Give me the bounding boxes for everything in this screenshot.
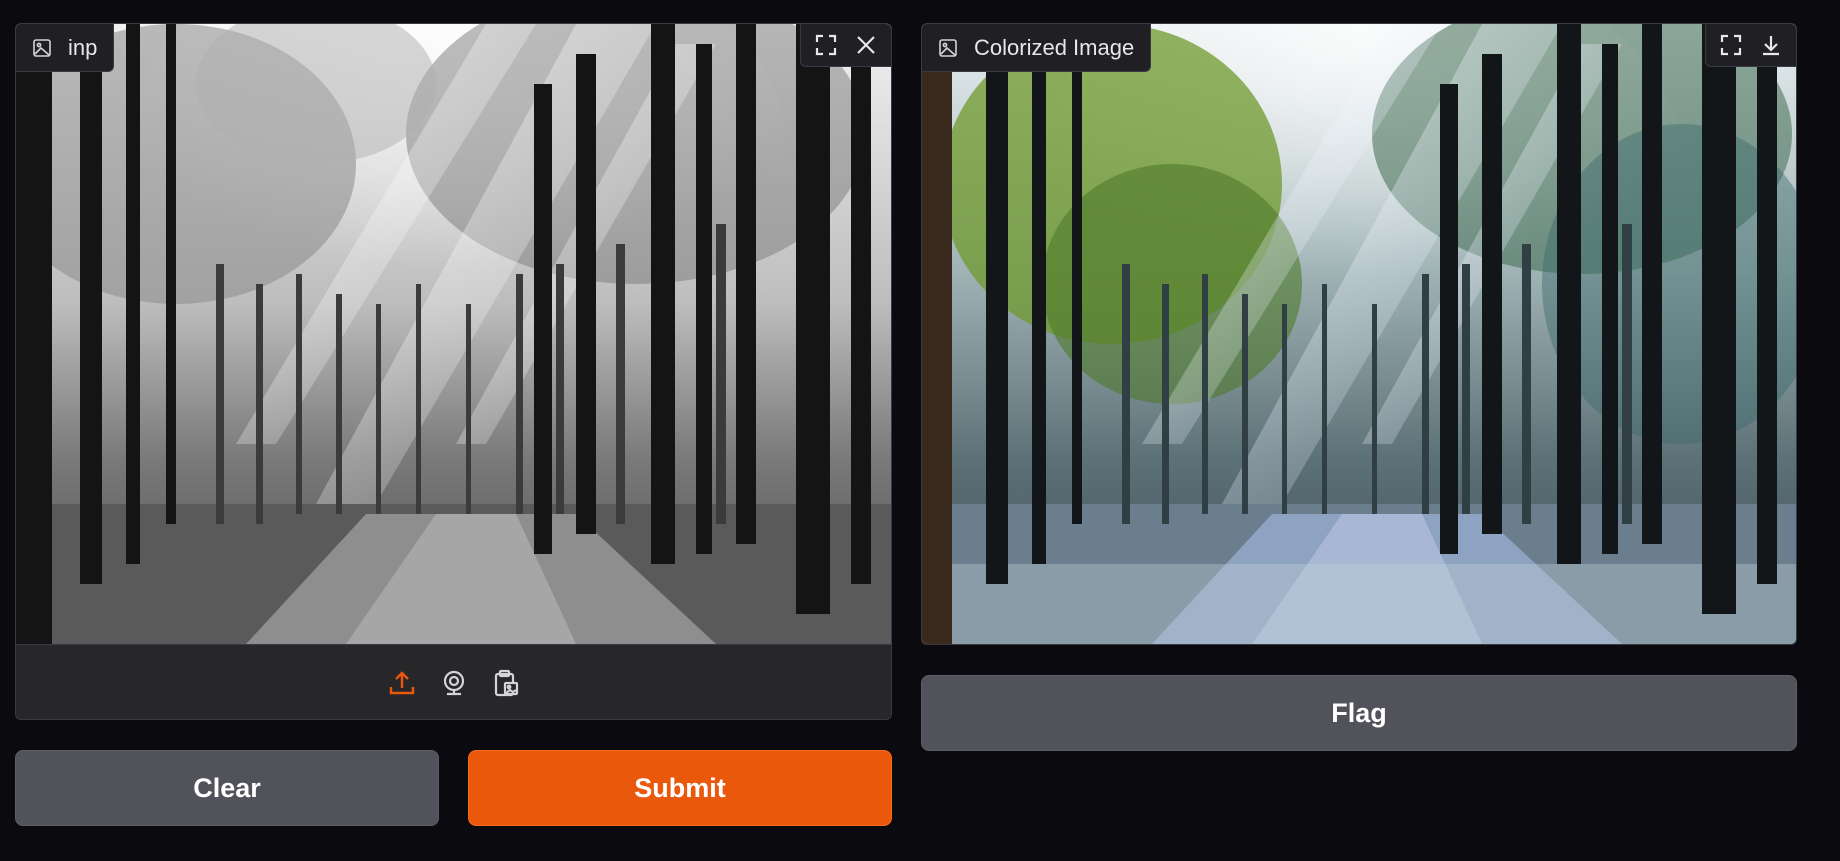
upload-icon[interactable] <box>386 667 418 699</box>
submit-button[interactable]: Submit <box>468 750 892 826</box>
output-label-text: Colorized Image <box>974 34 1135 60</box>
image-icon <box>32 38 52 58</box>
flag-button[interactable]: Flag <box>921 675 1797 751</box>
clipboard-icon[interactable] <box>490 667 522 699</box>
fullscreen-icon[interactable] <box>809 28 843 62</box>
clear-button[interactable]: Clear <box>15 750 439 826</box>
colorized-forest-image <box>922 24 1796 644</box>
input-label-text: inp <box>68 34 98 60</box>
output-label: Colorized Image <box>922 24 1152 72</box>
input-image-toolbar <box>800 24 891 67</box>
fullscreen-icon[interactable] <box>1714 28 1748 62</box>
input-label: inp <box>16 24 115 72</box>
input-grayscale-forest-image <box>16 24 891 644</box>
image-icon <box>938 38 958 58</box>
close-icon[interactable] <box>849 28 883 62</box>
image-source-selector <box>16 644 891 719</box>
input-image-panel: inp <box>15 23 892 720</box>
output-image-toolbar <box>1705 24 1796 67</box>
output-image-panel: Colorized Image <box>921 23 1797 645</box>
download-icon[interactable] <box>1754 28 1788 62</box>
webcam-icon[interactable] <box>438 667 470 699</box>
